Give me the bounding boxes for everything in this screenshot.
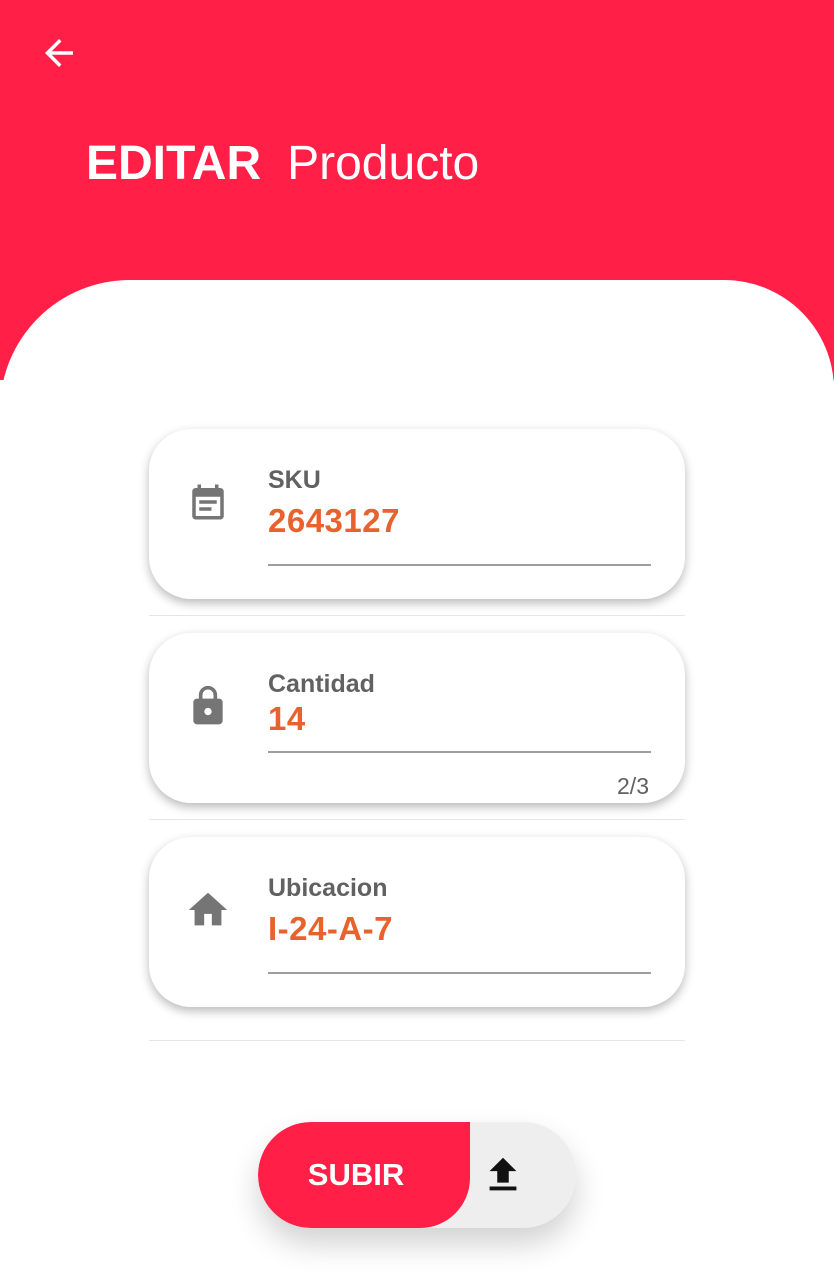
back-button[interactable]: [36, 30, 82, 76]
page-title-action: EDITAR: [86, 137, 262, 190]
arrow-left-icon: [45, 39, 73, 67]
upload-button[interactable]: SUBIR: [258, 1122, 576, 1228]
sku-input[interactable]: 2643127: [268, 501, 400, 541]
ubicacion-field-card[interactable]: Ubicacion I-24-A-7: [149, 837, 685, 1007]
sku-field-card[interactable]: SKU 2643127: [149, 429, 685, 599]
divider: [149, 615, 685, 616]
calendar-note-icon: [185, 479, 231, 525]
cantidad-label: Cantidad: [268, 670, 375, 698]
page-title-entity: Producto: [287, 137, 480, 190]
sku-underline: [268, 564, 651, 566]
lock-icon: [185, 683, 231, 729]
cantidad-underline: [268, 751, 651, 753]
cantidad-field-card[interactable]: Cantidad 14 2/3: [149, 633, 685, 803]
sku-label: SKU: [268, 466, 321, 494]
cantidad-input[interactable]: 14: [268, 699, 306, 739]
upload-button-label: SUBIR: [307, 1157, 405, 1192]
ubicacion-underline: [268, 972, 651, 974]
divider: [149, 1040, 685, 1041]
divider: [149, 819, 685, 820]
ubicacion-input[interactable]: I-24-A-7: [268, 909, 393, 949]
ubicacion-label: Ubicacion: [268, 874, 388, 902]
upload-icon: [480, 1150, 526, 1200]
page-title: EDITAR Producto: [86, 134, 479, 194]
home-icon: [185, 887, 231, 933]
character-counter: 2/3: [617, 773, 649, 799]
